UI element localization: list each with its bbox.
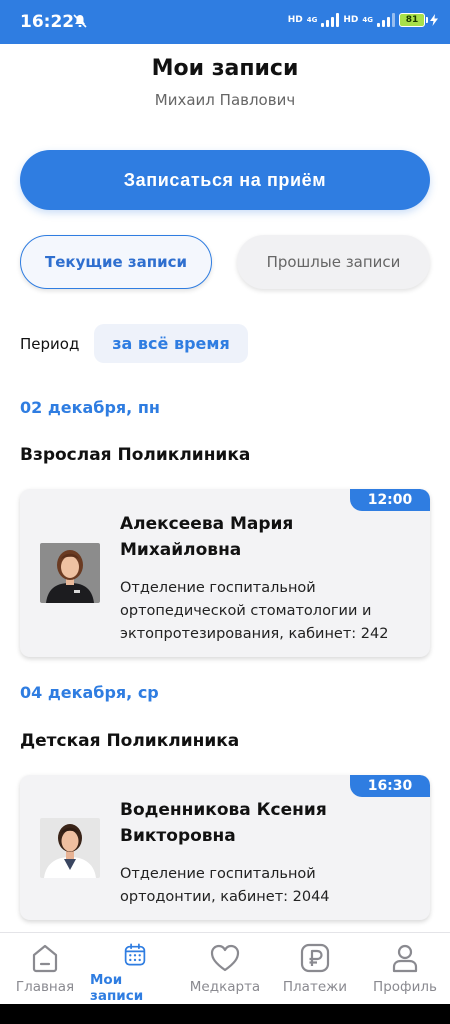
department-line: ортопедической стоматологии и	[120, 603, 372, 619]
calendar-icon	[124, 943, 146, 966]
clinic-name: Взрослая Поликлиника	[20, 445, 251, 465]
department-line: эктопротезирования, кабинет: 242	[120, 626, 389, 642]
nav-label: Профиль	[373, 979, 437, 995]
appointment-date: 04 декабря, ср	[20, 683, 159, 702]
nav-item-home[interactable]: Главная	[0, 933, 90, 1004]
appointment-card[interactable]: 16:30 Воденникова Ксения Викторовна Отде…	[20, 775, 430, 920]
tab-past-appointments[interactable]: Прошлые записи	[237, 235, 430, 289]
period-label: Период	[20, 335, 80, 353]
status-indicators: HD 4G HD 4G 81	[288, 13, 438, 27]
signal-icon	[377, 13, 395, 27]
department-info: Отделение госпитальной ортодонтии, кабин…	[120, 863, 420, 909]
system-navigation-bar	[0, 1004, 450, 1024]
mute-icon	[73, 14, 87, 28]
period-selector[interactable]: за всё время	[94, 324, 248, 363]
status-bar: 16:22 HD 4G HD 4G 81	[0, 0, 450, 44]
appointment-date: 02 декабря, пн	[20, 398, 160, 417]
nav-item-payments[interactable]: Платежи	[270, 933, 360, 1004]
doctor-name-line: Воденникова Ксения	[120, 800, 327, 820]
battery-level: 81	[399, 13, 425, 27]
signal-icon	[321, 13, 340, 27]
doctor-photo	[40, 543, 100, 603]
page-title: Мои записи	[151, 56, 299, 81]
profile-icon	[392, 944, 418, 973]
appointment-time-badge: 16:30	[350, 775, 430, 797]
user-name: Михаил Павлович	[154, 91, 296, 109]
doctor-name: Алексеева Мария Михайловна	[120, 511, 410, 563]
heart-icon	[210, 944, 240, 972]
doctor-name-line: Викторовна	[120, 826, 236, 846]
net1-gen: 4G	[306, 16, 318, 24]
appointment-card[interactable]: 12:00 Алексеева Мария Михайловна Отделен…	[20, 489, 430, 657]
department-line: Отделение госпитальной	[120, 866, 316, 882]
nav-label: Мои записи	[90, 972, 144, 1004]
net2-gen: 4G	[362, 16, 373, 24]
doctor-name: Воденникова Ксения Викторовна	[120, 797, 410, 849]
nav-label: Платежи	[282, 979, 348, 995]
bottom-nav: Главная Мои записи Медкарта Платежи Проф…	[0, 932, 450, 1004]
nav-label: Главная	[15, 979, 75, 995]
nav-item-profile[interactable]: Профиль	[360, 933, 450, 1004]
status-time: 16:22	[20, 12, 75, 32]
nav-label: Медкарта	[189, 979, 261, 995]
battery-charging-icon: 81	[399, 13, 438, 27]
department-info: Отделение госпитальной ортопедической ст…	[120, 577, 420, 646]
doctor-name-line: Алексеева Мария	[120, 514, 294, 534]
department-line: ортодонтии, кабинет: 2044	[120, 889, 330, 905]
nav-item-medcard[interactable]: Медкарта	[180, 933, 270, 1004]
doctor-name-line: Михайловна	[120, 540, 242, 560]
net1-label: HD	[287, 15, 303, 25]
nav-item-appointments[interactable]: Мои записи	[90, 933, 180, 1004]
book-appointment-button[interactable]: Записаться на приём	[20, 150, 430, 210]
home-icon	[32, 944, 58, 973]
tab-current-appointments[interactable]: Текущие записи	[20, 235, 212, 289]
net2-label: HD	[343, 15, 359, 25]
ruble-icon	[300, 943, 330, 973]
doctor-photo	[40, 818, 100, 878]
clinic-name: Детская Поликлиника	[20, 731, 240, 751]
appointment-time-badge: 12:00	[350, 489, 430, 511]
department-line: Отделение госпитальной	[120, 580, 316, 596]
